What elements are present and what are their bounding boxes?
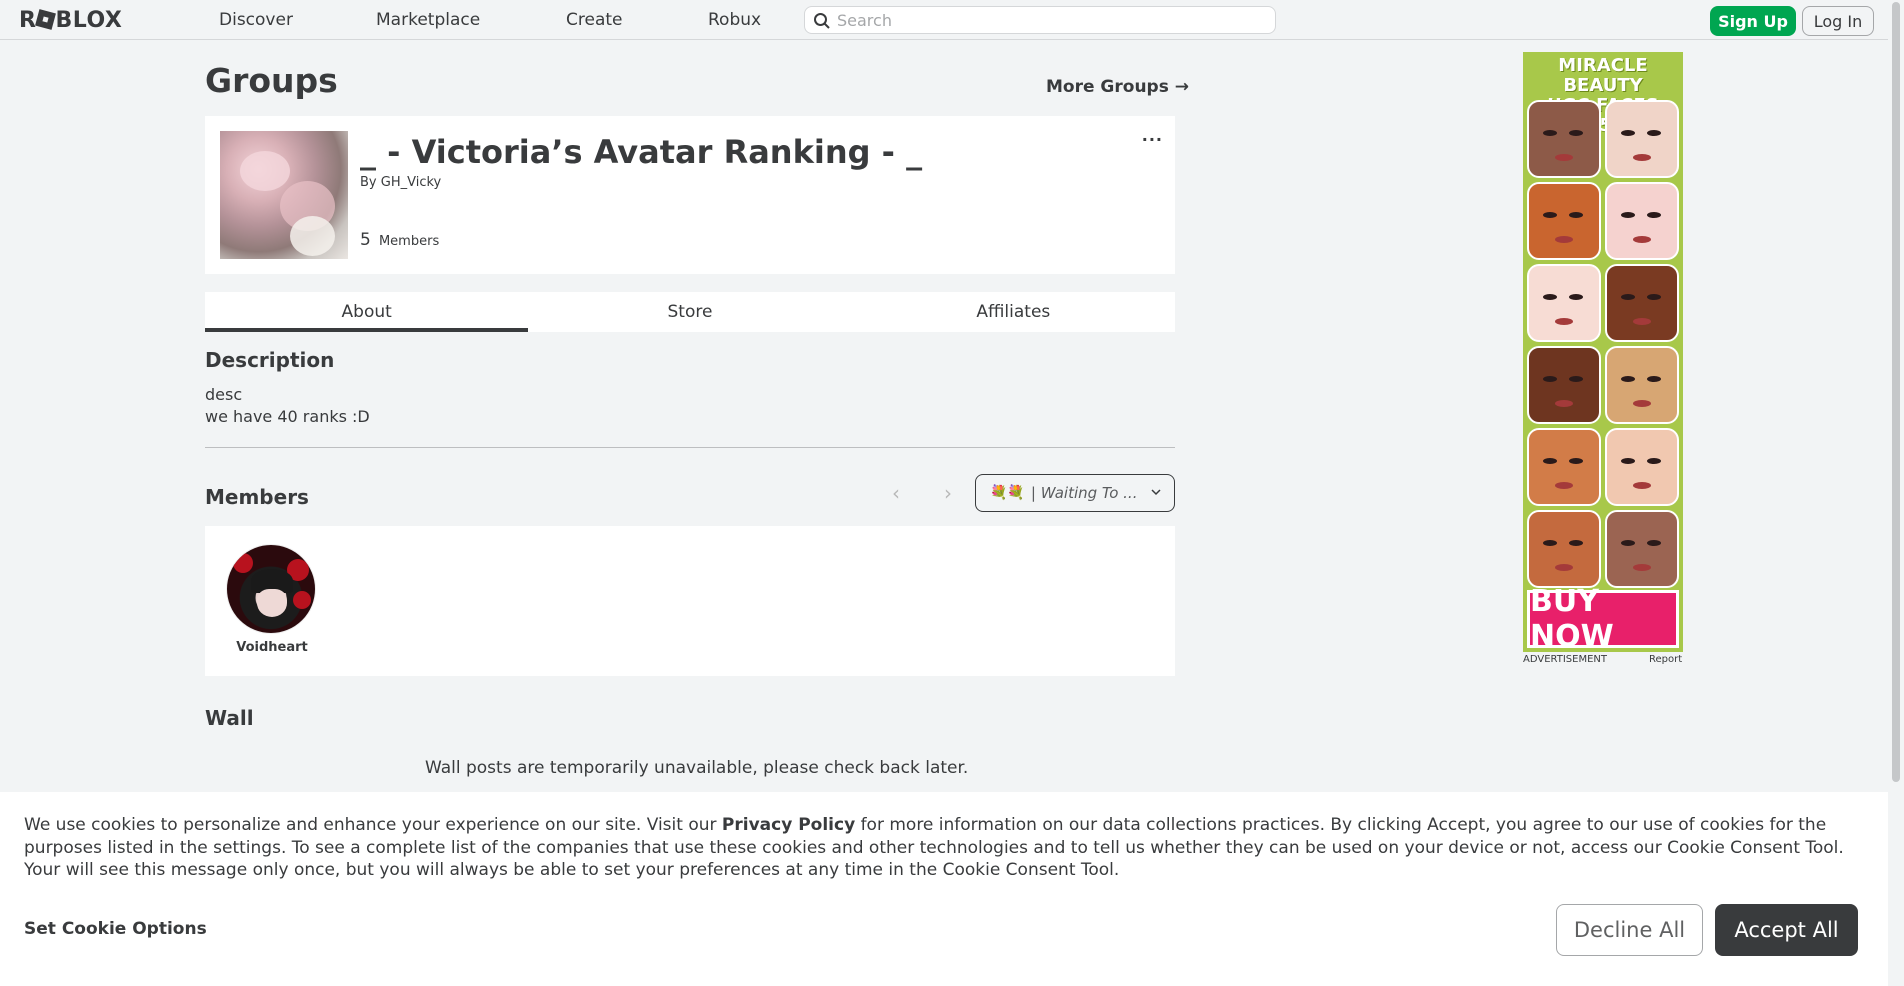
section-divider (205, 447, 1175, 448)
chevron-left-icon[interactable]: ‹ (886, 481, 906, 505)
signup-button[interactable]: Sign Up (1710, 6, 1796, 36)
member-count-label: Members (378, 234, 440, 249)
description-line: we have 40 ranks :D (205, 407, 370, 426)
nav-create[interactable]: Create (566, 10, 623, 30)
description-text: desc we have 40 ranks :D (205, 384, 370, 428)
member-card[interactable]: Voidheart (226, 544, 318, 655)
ad-face-tile (1527, 264, 1601, 342)
ad-face-tile (1605, 182, 1679, 260)
ad-face-tile (1527, 100, 1601, 178)
tab-store[interactable]: Store (528, 292, 851, 332)
roblox-logo[interactable]: R BLOX (19, 8, 122, 33)
more-groups-link[interactable]: More Groups → (1046, 77, 1189, 97)
ad-report-link[interactable]: Report (1649, 654, 1682, 665)
nav-robux[interactable]: Robux (708, 10, 761, 30)
ad-title-line: MIRACLE BEAUTY (1558, 55, 1648, 96)
ellipsis-icon[interactable]: ··· (1142, 130, 1163, 149)
member-count-value: 5 (360, 230, 371, 250)
ad-face-tile (1527, 346, 1601, 424)
ad-face-tile (1605, 510, 1679, 588)
chevron-right-icon[interactable]: › (938, 481, 958, 505)
rank-dropdown[interactable]: 💐💐 | Waiting To ... (975, 474, 1175, 512)
rank-emoji: 💐💐 (990, 485, 1025, 501)
set-cookie-options-link[interactable]: Set Cookie Options (24, 919, 207, 939)
ad-face-tile (1527, 510, 1601, 588)
avatar[interactable] (226, 544, 316, 634)
tab-about[interactable]: About (205, 292, 529, 332)
ad-face-tile (1527, 182, 1601, 260)
search-input[interactable] (837, 7, 1267, 33)
group-member-count: 5 Members (360, 230, 439, 250)
group-emblem (220, 131, 348, 259)
cookie-text-part: We use cookies to personalize and enhanc… (24, 815, 722, 835)
nav-discover[interactable]: Discover (219, 10, 293, 30)
description-line: desc (205, 385, 243, 404)
scrollbar-thumb[interactable] (1892, 2, 1900, 782)
member-name[interactable]: Voidheart (226, 640, 318, 655)
accept-all-button[interactable]: Accept All (1715, 904, 1858, 956)
page-scrollbar[interactable] (1888, 0, 1904, 986)
top-navigation: R BLOX Discover Marketplace Create Robux … (0, 0, 1888, 40)
group-owner: By GH_Vicky (360, 175, 441, 190)
group-tabs: About Store Affiliates (205, 292, 1175, 332)
decline-all-button[interactable]: Decline All (1556, 904, 1703, 956)
ad-label: ADVERTISEMENT (1523, 654, 1608, 665)
ad-face-tile (1605, 264, 1679, 342)
advertisement-banner[interactable]: MIRACLE BEAUTY UGC FACES ⓪50 BUY NOW (1523, 52, 1683, 652)
privacy-policy-link[interactable]: Privacy Policy (722, 815, 855, 835)
ad-face-tile (1605, 428, 1679, 506)
wall-message: Wall posts are temporarily unavailable, … (425, 758, 969, 778)
owner-link[interactable]: GH_Vicky (381, 175, 441, 190)
group-header-card: _ - Victoria’s Avatar Ranking - _ By GH_… (205, 116, 1175, 274)
rank-selected-value: | Waiting To ... (1030, 484, 1138, 502)
nav-marketplace[interactable]: Marketplace (376, 10, 480, 30)
chevron-down-icon (1151, 489, 1161, 496)
search-icon (814, 13, 830, 29)
login-button[interactable]: Log In (1802, 6, 1874, 36)
ad-face-tile (1605, 346, 1679, 424)
ad-face-tile (1527, 428, 1601, 506)
page-title: Groups (205, 61, 338, 100)
ad-face-grid (1527, 100, 1679, 588)
tab-affiliates[interactable]: Affiliates (852, 292, 1175, 332)
owner-prefix: By (360, 175, 377, 190)
wall-heading: Wall (205, 706, 254, 730)
cookie-text: We use cookies to personalize and enhanc… (24, 814, 1874, 882)
ad-face-tile (1605, 100, 1679, 178)
members-heading: Members (205, 485, 309, 509)
search-box[interactable] (804, 6, 1276, 34)
members-panel: Voidheart (205, 526, 1175, 676)
cookie-banner: We use cookies to personalize and enhanc… (0, 792, 1888, 986)
group-title: _ - Victoria’s Avatar Ranking - _ (360, 133, 923, 171)
description-heading: Description (205, 348, 335, 372)
ad-buy-now-button[interactable]: BUY NOW (1527, 584, 1679, 652)
